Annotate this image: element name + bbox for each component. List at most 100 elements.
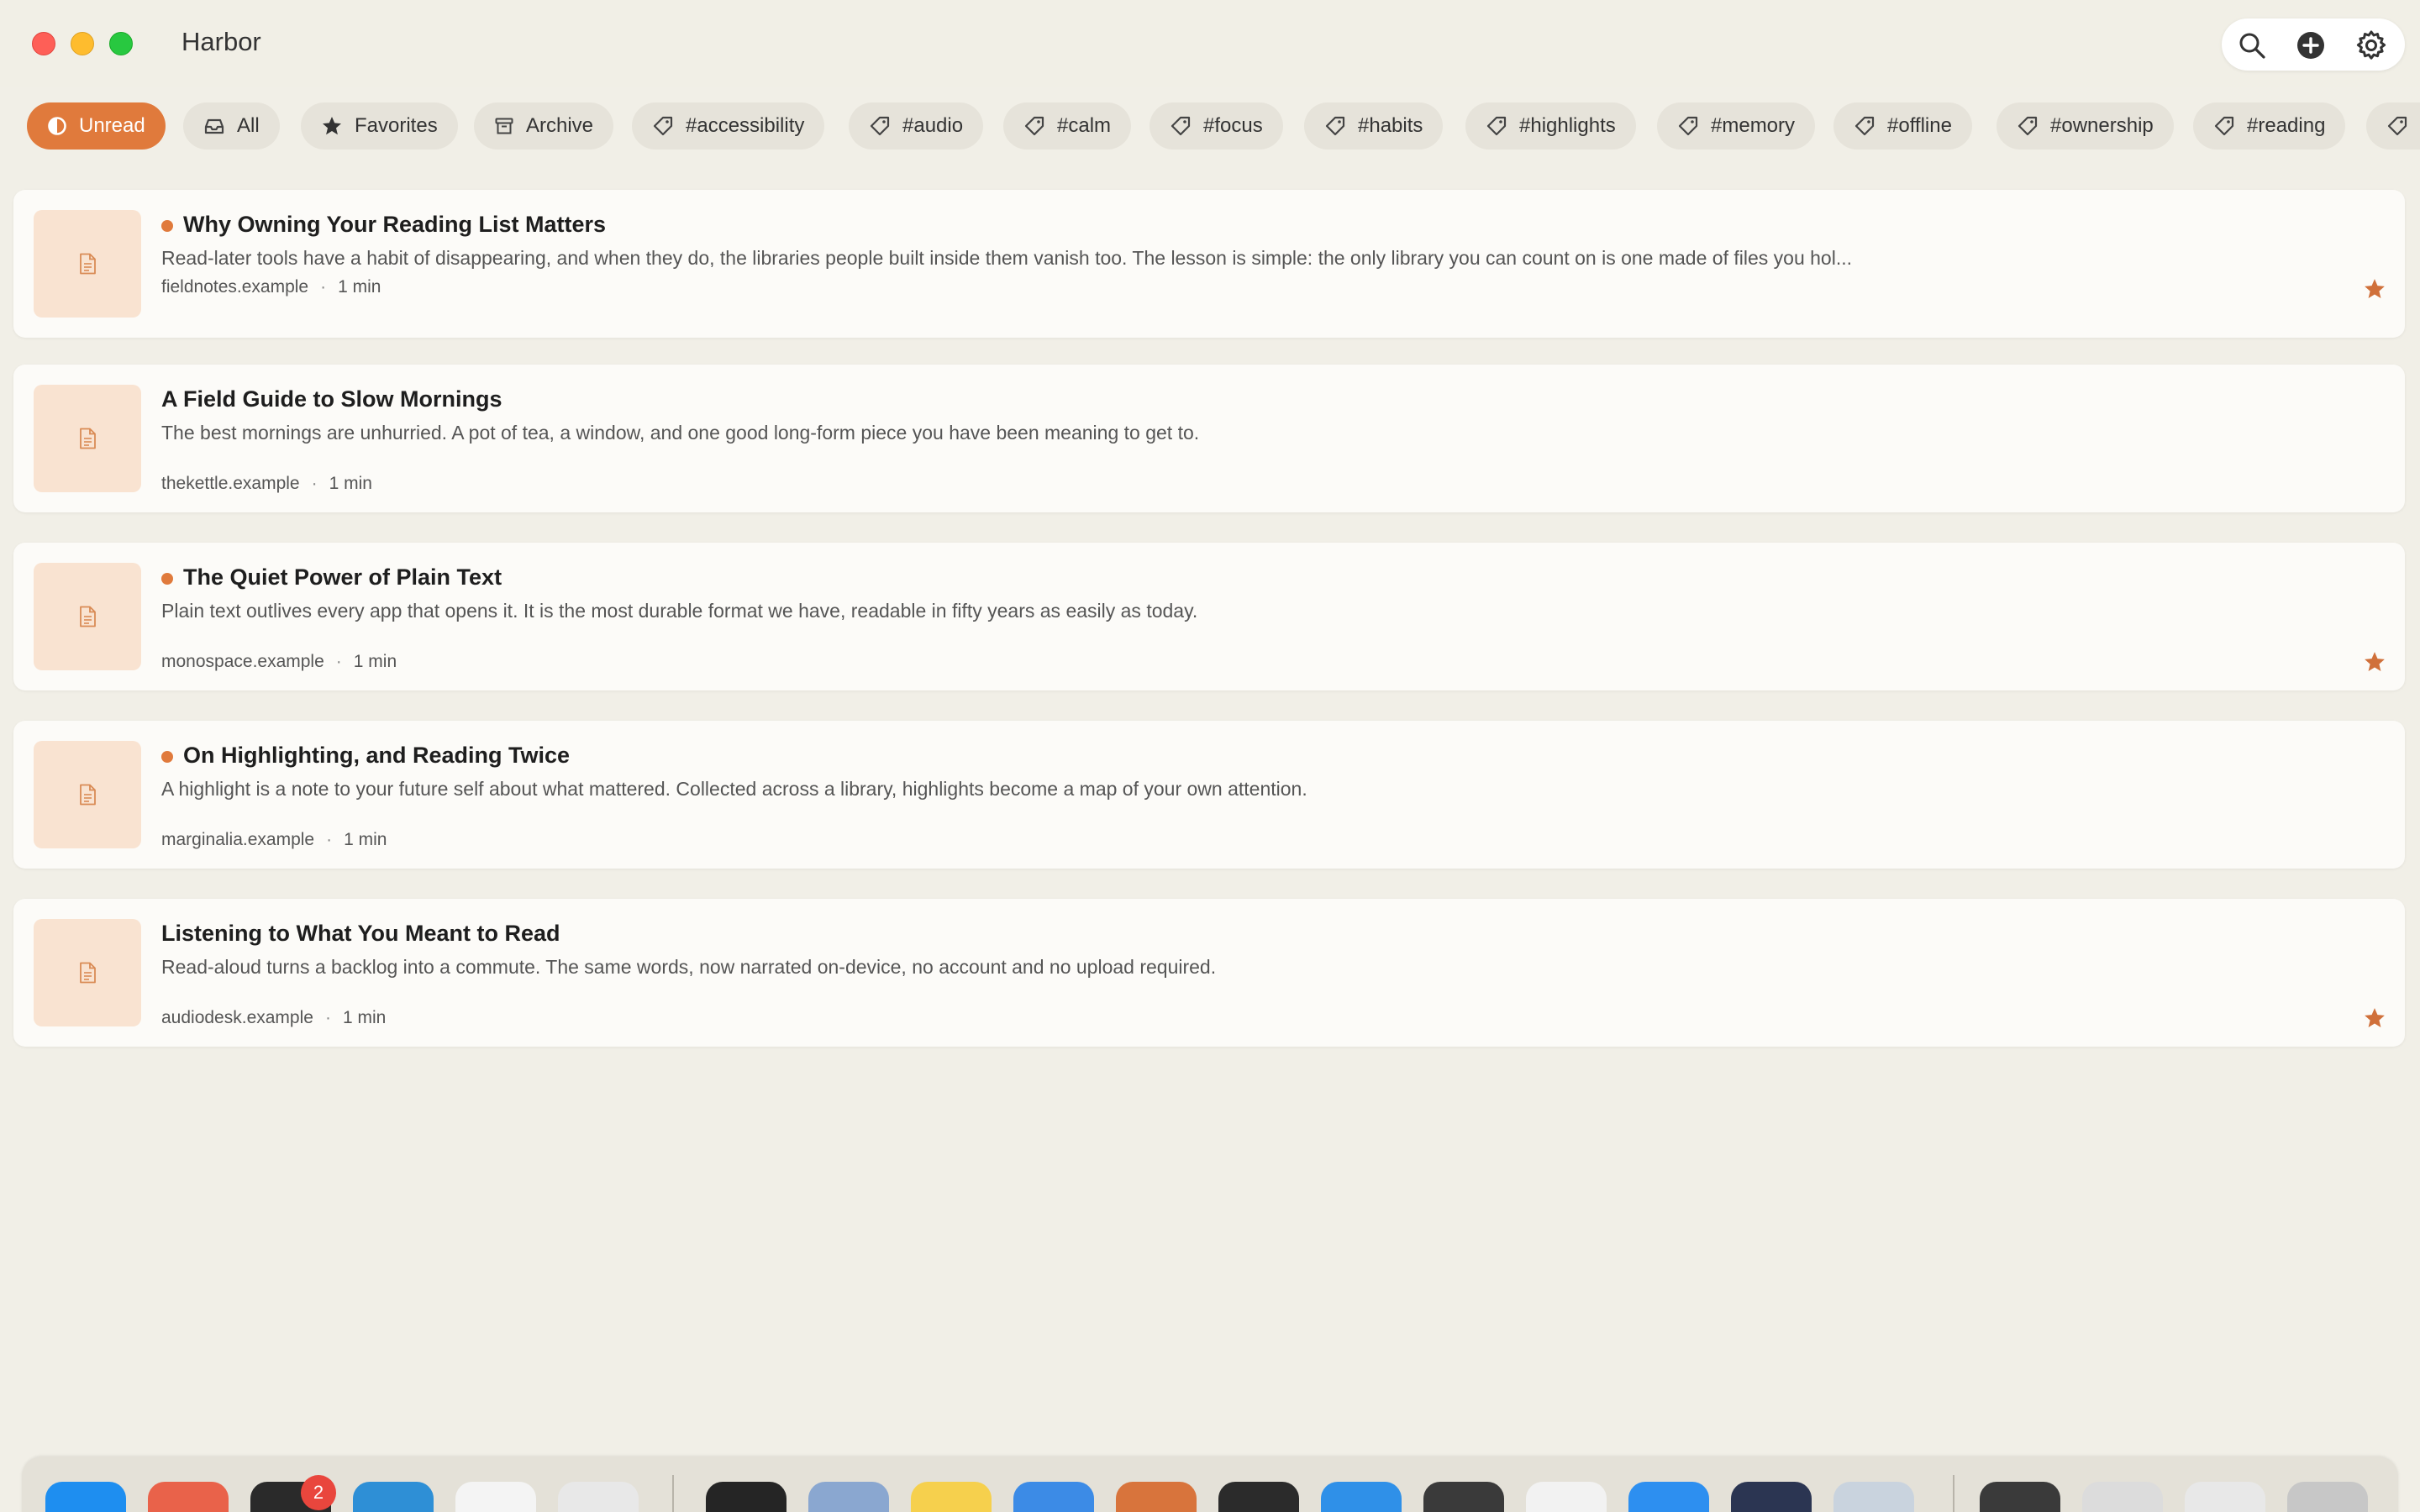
settings-button[interactable] <box>2353 27 2390 64</box>
unread-indicator <box>161 751 173 763</box>
filter-tag-audio[interactable]: #audio <box>849 102 984 150</box>
article-thumbnail <box>34 385 141 492</box>
tag-icon <box>1854 116 1875 136</box>
plus-circle-icon <box>2297 32 2324 59</box>
document-icon <box>80 962 96 984</box>
filter-label: #reading <box>2247 114 2326 137</box>
article-meta: monospace.example · 1 min <box>161 652 397 671</box>
filter-tag-highlights[interactable]: #highlights <box>1465 102 1636 150</box>
filter-label: #focus <box>1203 114 1263 137</box>
window-thumbnail[interactable] <box>1980 1482 2060 1512</box>
favorite-star-icon[interactable] <box>2363 277 2386 301</box>
article-read-time: 1 min <box>329 474 372 493</box>
app-store-icon[interactable] <box>45 1482 126 1512</box>
app-icon[interactable] <box>148 1482 229 1512</box>
article-thumbnail <box>34 563 141 670</box>
article-source: monospace.example <box>161 652 324 671</box>
article-card[interactable]: On Highlighting, and Reading Twice A hig… <box>13 721 2405 869</box>
app-icon[interactable] <box>808 1482 889 1512</box>
app-icon[interactable] <box>1731 1482 1812 1512</box>
filter-archive[interactable]: Archive <box>474 102 614 150</box>
app-icon[interactable] <box>1628 1482 1709 1512</box>
unread-indicator <box>161 573 173 585</box>
tag-icon <box>1171 116 1191 136</box>
xcode-icon[interactable] <box>353 1482 434 1512</box>
app-icon[interactable] <box>1116 1482 1197 1512</box>
filter-tag-habits[interactable]: #habits <box>1304 102 1444 150</box>
filter-tag-focus[interactable]: #focus <box>1150 102 1283 150</box>
toolbar-actions <box>2222 18 2405 71</box>
filter-tag-overflow[interactable] <box>2366 102 2420 150</box>
filter-tag-calm[interactable]: #calm <box>1003 102 1132 150</box>
article-thumbnail <box>34 919 141 1026</box>
close-window-button[interactable] <box>32 32 55 55</box>
article-excerpt: Read-later tools have a habit of disappe… <box>161 247 1852 269</box>
app-icon[interactable] <box>1833 1482 1914 1512</box>
filter-tag-reading[interactable]: #reading <box>2193 102 2346 150</box>
document-icon <box>80 606 96 627</box>
app-icon[interactable] <box>1526 1482 1607 1512</box>
tag-icon <box>1678 116 1698 136</box>
filter-label: Favorites <box>355 114 438 137</box>
article-card[interactable]: A Field Guide to Slow Mornings The best … <box>13 365 2405 512</box>
notes-icon[interactable] <box>911 1482 992 1512</box>
app-icon[interactable] <box>1423 1482 1504 1512</box>
archive-box-icon <box>495 118 513 134</box>
article-read-time: 1 min <box>353 652 397 671</box>
tag-icon <box>1325 116 1345 136</box>
tag-icon <box>870 116 890 136</box>
article-excerpt: Read-aloud turns a backlog into a commut… <box>161 956 1217 978</box>
app-icon[interactable] <box>1321 1482 1402 1512</box>
window-thumbnail[interactable] <box>2185 1482 2265 1512</box>
add-article-button[interactable] <box>2292 27 2329 64</box>
gear-icon <box>2356 30 2386 60</box>
filter-label: #highlights <box>1519 114 1616 137</box>
half-circle-icon <box>48 117 66 135</box>
tag-icon <box>2018 116 2038 136</box>
article-excerpt: A highlight is a note to your future sel… <box>161 778 1307 800</box>
tag-icon <box>2214 116 2234 136</box>
article-title: A Field Guide to Slow Mornings <box>161 386 502 412</box>
minimize-window-button[interactable] <box>71 32 94 55</box>
favorite-star-icon[interactable] <box>2363 650 2386 674</box>
window-thumbnail[interactable] <box>2082 1482 2163 1512</box>
app-icon[interactable] <box>706 1482 786 1512</box>
tag-icon <box>1486 116 1507 136</box>
article-source: fieldnotes.example <box>161 277 309 297</box>
filter-label: #calm <box>1057 114 1112 137</box>
filter-label: #audio <box>902 114 964 137</box>
article-source: audiodesk.example <box>161 1008 313 1027</box>
zoom-window-button[interactable] <box>109 32 133 55</box>
article-card[interactable]: The Quiet Power of Plain Text Plain text… <box>13 543 2405 690</box>
article-card[interactable]: Listening to What You Meant to Read Read… <box>13 899 2405 1047</box>
filter-favorites[interactable]: Favorites <box>301 102 458 150</box>
filter-label: #accessibility <box>686 114 805 137</box>
filter-tag-memory[interactable]: #memory <box>1657 102 1816 150</box>
tray-icon <box>204 118 224 134</box>
chrome-icon[interactable] <box>558 1482 639 1512</box>
article-thumbnail <box>34 210 141 318</box>
filter-label: #memory <box>1711 114 1796 137</box>
filter-tag-accessibility[interactable]: #accessibility <box>632 102 825 150</box>
tag-icon <box>1024 116 1044 136</box>
filter-tag-offline[interactable]: #offline <box>1833 102 1972 150</box>
article-read-time: 1 min <box>344 830 387 849</box>
trash-icon[interactable] <box>2287 1482 2368 1512</box>
article-thumbnail <box>34 741 141 848</box>
article-meta: fieldnotes.example · 1 min <box>161 277 381 297</box>
article-card[interactable]: Why Owning Your Reading List Matters Rea… <box>13 190 2405 338</box>
article-title: On Highlighting, and Reading Twice <box>183 743 570 768</box>
filter-label: #habits <box>1358 114 1423 137</box>
filter-all[interactable]: All <box>183 102 280 150</box>
filter-tag-ownership[interactable]: #ownership <box>1996 102 2174 150</box>
mail-icon[interactable] <box>1013 1482 1094 1512</box>
dock-separator <box>1953 1475 1954 1512</box>
filter-label: All <box>237 114 260 137</box>
app-icon[interactable] <box>1218 1482 1299 1512</box>
safari-icon[interactable] <box>455 1482 536 1512</box>
search-button[interactable] <box>2233 27 2270 64</box>
favorite-star-icon[interactable] <box>2363 1006 2386 1030</box>
tag-icon <box>653 116 673 136</box>
star-icon <box>323 117 341 135</box>
filter-unread[interactable]: Unread <box>27 102 166 150</box>
